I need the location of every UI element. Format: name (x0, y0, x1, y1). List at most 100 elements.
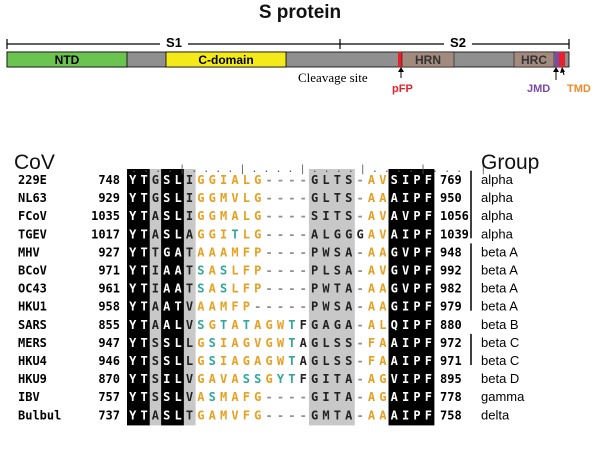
residue: L (231, 282, 238, 296)
residue: M (322, 408, 329, 422)
group-label: alpha (481, 226, 514, 241)
species-name: OC43 (18, 282, 47, 296)
residue: L (322, 336, 329, 350)
residue: A (345, 300, 353, 314)
residue: A (379, 336, 387, 350)
species-name: 229E (18, 173, 47, 187)
s2-label: S2 (450, 35, 466, 50)
residue: - (254, 300, 261, 314)
residue: T (140, 264, 147, 278)
residue: F (231, 300, 238, 314)
species-name: FCoV (18, 209, 47, 223)
residue: A (300, 336, 308, 350)
residue: I (186, 173, 193, 187)
residue: I (402, 390, 409, 404)
residue: A (175, 282, 183, 296)
group-label: beta A (481, 244, 518, 259)
residue: L (175, 191, 182, 205)
residue: - (288, 300, 295, 314)
residue: V (391, 372, 398, 386)
residue: T (334, 390, 341, 404)
residue: - (266, 390, 273, 404)
residue: L (175, 354, 182, 368)
end-position: 992 (440, 264, 462, 278)
species-name: Bulbul (18, 408, 61, 422)
species-name: MHV (18, 245, 40, 259)
residue: A (368, 390, 376, 404)
residue: V (379, 209, 386, 223)
residue: T (140, 227, 147, 241)
residue: F (425, 372, 432, 386)
residue: G (266, 354, 273, 368)
residue: S (163, 227, 170, 241)
residue: A (209, 282, 217, 296)
residue: A (391, 191, 399, 205)
residue: A (152, 318, 160, 332)
residue: G (334, 318, 341, 332)
residue: L (231, 264, 238, 278)
residue: A (254, 354, 262, 368)
residue: P (413, 390, 420, 404)
residue: - (288, 191, 295, 205)
residue: L (186, 336, 193, 350)
residue: F (243, 264, 250, 278)
residue: A (163, 264, 171, 278)
residue: G (197, 227, 204, 241)
residue: F (243, 245, 250, 259)
residue: S (163, 408, 170, 422)
residue: Y (129, 372, 137, 386)
residue: S (209, 336, 216, 350)
residue: G (243, 336, 250, 350)
residue: V (186, 318, 193, 332)
residue: V (379, 264, 386, 278)
residue: F (425, 336, 432, 350)
residue: S (163, 390, 170, 404)
residue: I (322, 390, 329, 404)
residue: G (266, 372, 273, 386)
start-position: 1035 (91, 209, 120, 223)
residue: P (413, 227, 420, 241)
start-position: 757 (98, 390, 120, 404)
alignment-ruler: . . . . | . . . . | . . . . | . . . . | … (131, 164, 486, 175)
residue: G (391, 282, 398, 296)
residue: I (322, 209, 329, 223)
residue: A (345, 264, 353, 278)
start-position: 971 (98, 264, 120, 278)
residue: - (277, 264, 284, 278)
residue: I (220, 227, 227, 241)
residue: A (368, 408, 376, 422)
residue: L (322, 227, 329, 241)
pfp-segment (398, 52, 402, 67)
residue: G (163, 245, 170, 259)
hrn-label: HRN (415, 53, 441, 67)
residue: G (197, 336, 204, 350)
residue: A (163, 318, 171, 332)
residue: A (379, 282, 387, 296)
residue: S (334, 264, 341, 278)
residue: G (209, 227, 216, 241)
domain-schematic: S1 S2 NTD C-domain HRN HRC Cleavage site… (6, 34, 591, 95)
residue: A (379, 354, 387, 368)
end-position: 971 (440, 354, 462, 368)
residue: S (163, 336, 170, 350)
species-name: IBV (18, 390, 40, 404)
residue: A (345, 245, 353, 259)
residue: Y (129, 173, 137, 187)
residue: G (391, 300, 398, 314)
residue: A (231, 209, 239, 223)
start-position: 947 (98, 336, 120, 350)
residue: A (345, 390, 353, 404)
residue: - (300, 209, 307, 223)
residue: - (356, 191, 363, 205)
residue: S (152, 372, 159, 386)
residue: S (197, 264, 204, 278)
residue: V (402, 245, 409, 259)
residue: S (334, 336, 341, 350)
residue: G (197, 173, 204, 187)
residue: F (243, 282, 250, 296)
residue: A (379, 408, 387, 422)
residue: W (322, 282, 330, 296)
residue: - (356, 264, 363, 278)
residue: G (311, 191, 318, 205)
residue: S (163, 191, 170, 205)
